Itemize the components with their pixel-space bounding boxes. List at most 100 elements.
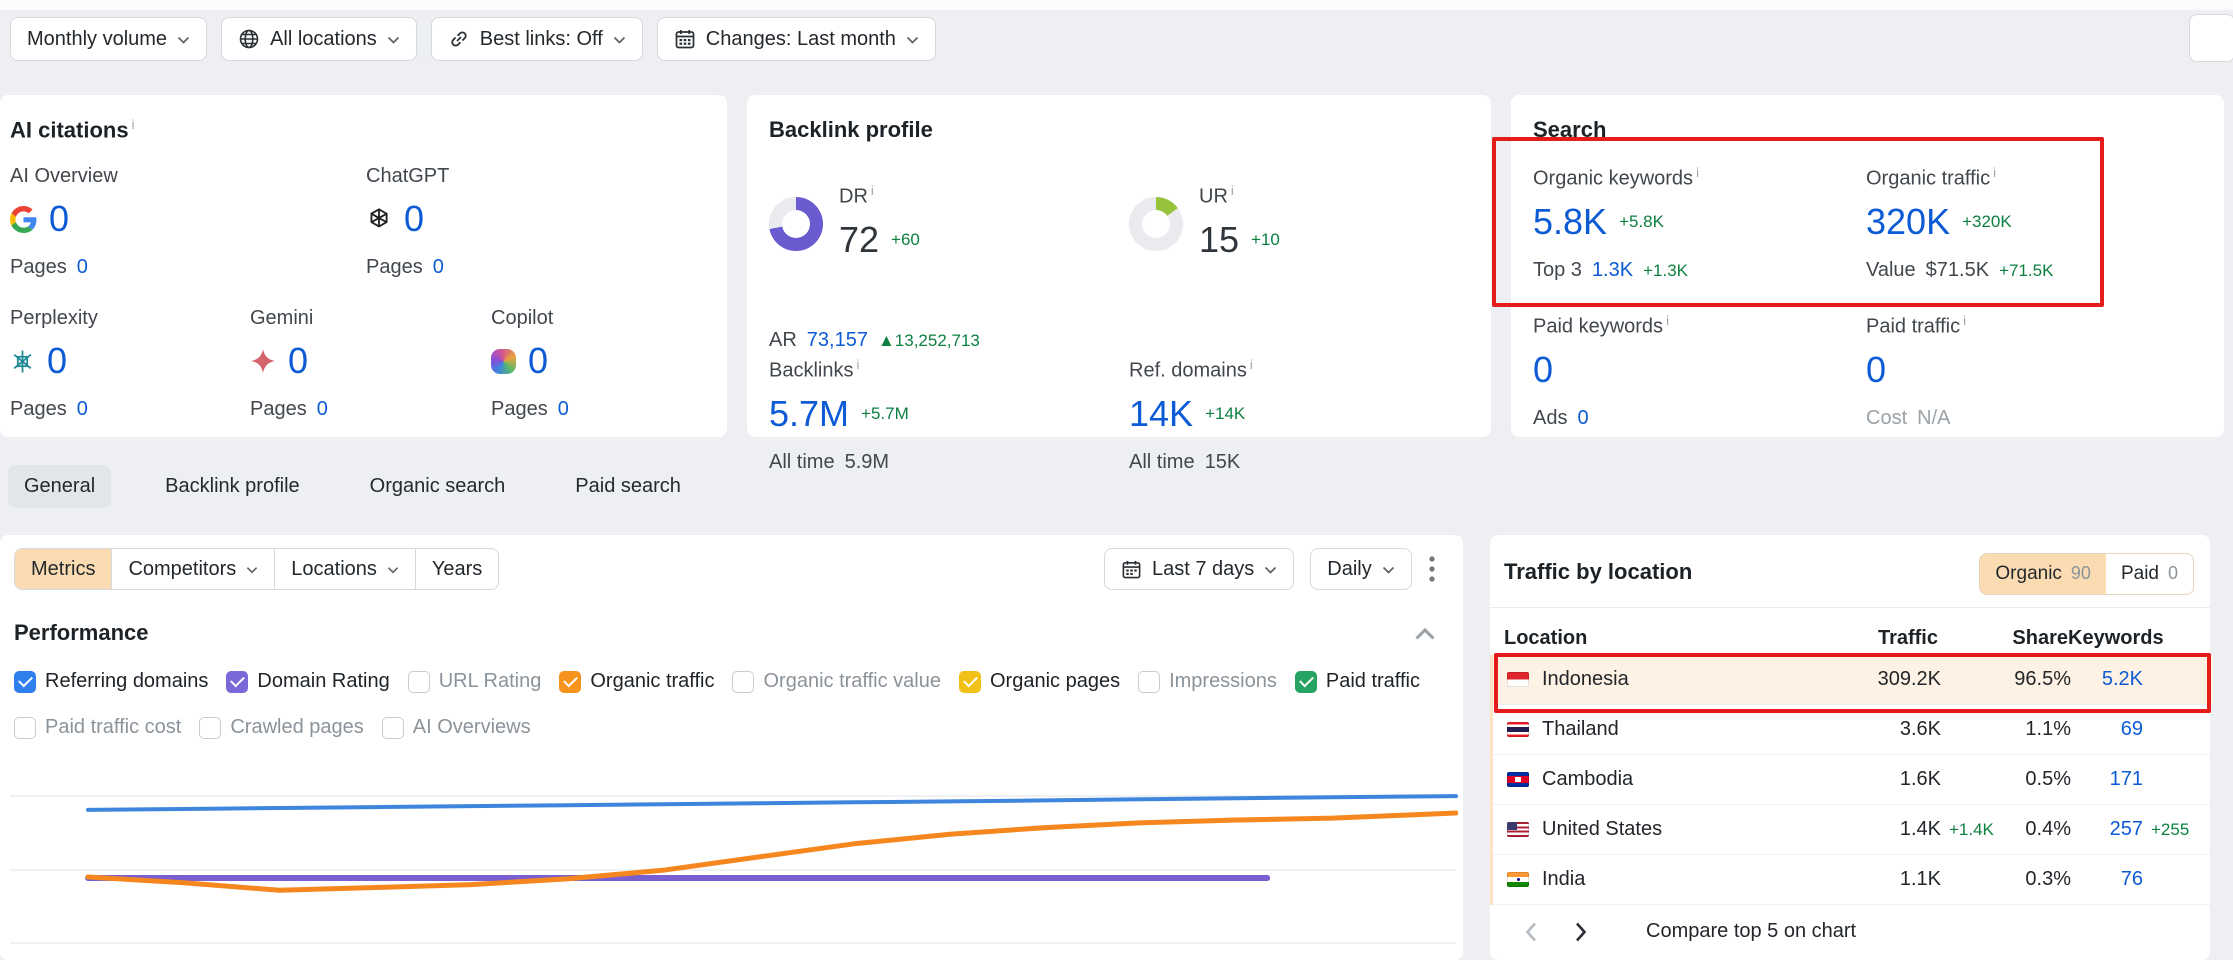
section-tabs: General Backlink profile Organic search … [8,462,697,510]
paid-traffic-value[interactable]: 0 [1866,349,1886,391]
location-name: Indonesia [1542,668,1629,691]
location-row[interactable]: Cambodia 1.6K 0.5% 171 [1493,755,2213,805]
pages-link[interactable]: 0 [558,398,569,421]
monthly-volume-filter[interactable]: Monthly volume [10,17,207,61]
kebab-menu-icon[interactable] [1428,554,1436,584]
keywords-link[interactable]: 5.2K [2071,668,2143,691]
location-table-header: Location Traffic Share Keywords [1490,623,2210,653]
chatgpt-icon [366,206,392,232]
collapse-chevron-icon[interactable] [1414,627,1436,641]
keywords-delta: +255 [2143,820,2199,840]
search-panel: Search Organic keywordsi 5.8K+5.8K Top 3… [1511,95,2224,437]
share-value: 0.3% [2001,868,2071,891]
top3-link[interactable]: 1.3K [1592,259,1633,282]
keywords-link[interactable]: 257 [2071,818,2143,841]
toolbar-cutoff-button[interactable] [2189,14,2233,62]
top-strip [0,0,2233,10]
metric-checkbox[interactable]: Crawled pages [199,716,363,739]
country-flag-icon [1507,722,1529,737]
best-links-filter[interactable]: Best links: Off [431,17,643,61]
country-flag-icon [1507,772,1529,787]
stat-value[interactable]: 0 [404,198,424,240]
competitors-segment[interactable]: Competitors [112,549,275,589]
stat-value[interactable]: 0 [47,340,67,382]
info-icon[interactable]: i [1963,313,1966,328]
ref-domains-value[interactable]: 14K [1129,393,1193,435]
metric-checkbox[interactable]: Referring domains [14,670,208,693]
stat-value[interactable]: 0 [528,340,548,382]
location-row[interactable]: United States 1.4K +1.4K 0.4% 257 +255 [1493,805,2213,855]
calendar-icon [674,28,696,50]
locations-filter[interactable]: All locations [221,17,417,61]
paid-keywords-value[interactable]: 0 [1533,349,1553,391]
pages-link[interactable]: 0 [77,398,88,421]
locations-segment[interactable]: Locations [275,549,416,589]
organic-toggle[interactable]: Organic90 [1980,554,2106,594]
metric-checkbox-row: Paid traffic cost Crawled pages AI Overvie… [14,716,531,739]
info-icon[interactable]: i [1666,313,1669,328]
changes-filter[interactable]: Changes: Last month [657,17,936,61]
ads-link[interactable]: 0 [1577,407,1588,430]
info-icon[interactable]: i [1250,357,1253,372]
info-icon[interactable]: i [1993,165,1996,180]
date-controls: Last 7 days Daily [1104,548,1436,590]
ref-domains-stat: Ref. domainsi 14K+14K All time15K [1129,357,1253,474]
dr-donut [769,197,823,251]
checkbox-icon [959,671,981,693]
organic-paid-toggle: Organic90 Paid0 [1979,553,2194,595]
keywords-link[interactable]: 69 [2071,718,2143,741]
location-name: Cambodia [1542,768,1633,791]
keywords-link[interactable]: 171 [2071,768,2143,791]
years-segment[interactable]: Years [416,549,498,589]
location-table-body: Indonesia 309.2K 96.5% 5.2K Thailand 3.6… [1490,655,2213,905]
chevron-down-icon [906,36,919,44]
panel-title: AI citationsi [10,117,134,143]
metric-checkbox[interactable]: Domain Rating [226,670,389,693]
checkbox-icon [732,671,754,693]
share-value: 96.5% [2001,668,2071,691]
tab-paid-search[interactable]: Paid search [559,465,697,508]
tab-organic-search[interactable]: Organic search [354,465,522,508]
tab-general[interactable]: General [8,465,111,508]
granularity-button[interactable]: Daily [1310,548,1411,590]
traffic-by-location-panel: Traffic by location Organic90 Paid0 Loca… [1490,535,2210,960]
performance-chart[interactable] [8,763,1458,955]
location-row[interactable]: Indonesia 309.2K 96.5% 5.2K [1493,655,2213,705]
metric-checkbox[interactable]: Organic traffic value [732,670,941,693]
calendar-icon [1121,559,1142,580]
info-icon[interactable]: i [871,183,874,198]
paid-toggle[interactable]: Paid0 [2106,554,2193,594]
metrics-segment[interactable]: Metrics [15,549,112,589]
next-page-icon[interactable] [1574,921,1588,943]
chevron-down-icon [246,566,258,574]
metric-checkbox[interactable]: AI Overviews [382,716,531,739]
performance-heading: Performance [14,620,149,646]
date-range-button[interactable]: Last 7 days [1104,548,1294,590]
organic-keywords-value[interactable]: 5.8K [1533,201,1607,243]
backlinks-value[interactable]: 5.7M [769,393,849,435]
organic-traffic-value[interactable]: 320K [1866,201,1950,243]
metric-checkbox[interactable]: URL Rating [408,670,542,693]
metric-checkbox[interactable]: Paid traffic [1295,670,1420,693]
pages-link[interactable]: 0 [433,256,444,279]
metric-checkbox[interactable]: Paid traffic cost [14,716,181,739]
organic-keywords-stat: Organic keywordsi 5.8K+5.8K Top 31.3K+1.… [1533,165,1699,282]
stat-value[interactable]: 0 [49,198,69,240]
stat-value[interactable]: 0 [288,340,308,382]
info-icon[interactable]: i [856,357,859,372]
metric-checkbox[interactable]: Organic traffic [559,670,714,693]
ar-link[interactable]: 73,157 [807,329,868,352]
link-icon [448,28,470,50]
info-icon[interactable]: i [1231,183,1234,198]
location-row[interactable]: India 1.1K 0.3% 76 [1493,855,2213,905]
info-icon[interactable]: i [1696,165,1699,180]
info-icon[interactable]: i [132,117,135,132]
pages-link[interactable]: 0 [77,256,88,279]
location-row[interactable]: Thailand 3.6K 1.1% 69 [1493,705,2213,755]
keywords-link[interactable]: 76 [2071,868,2143,891]
tab-backlink-profile[interactable]: Backlink profile [149,465,316,508]
pages-link[interactable]: 0 [317,398,328,421]
metric-checkbox[interactable]: Organic pages [959,670,1120,693]
prev-page-icon[interactable] [1524,921,1538,943]
metric-checkbox[interactable]: Impressions [1138,670,1277,693]
